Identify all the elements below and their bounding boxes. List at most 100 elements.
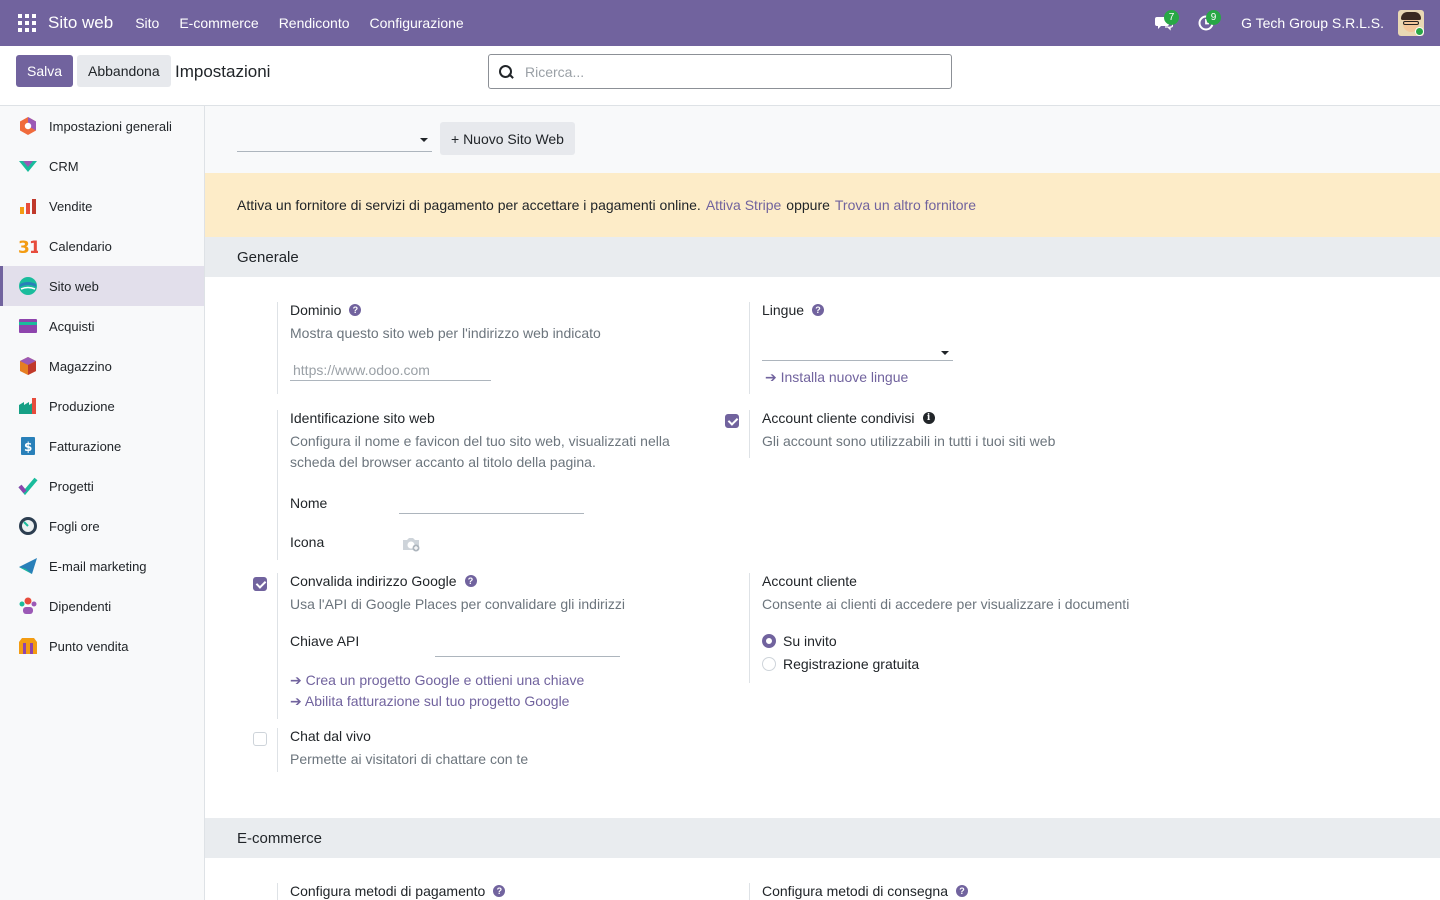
setting-shipping-methods: Configura metodi di consegna ?	[749, 883, 1189, 900]
setting-website-identity: Identificazione sito web Configura il no…	[277, 410, 717, 560]
setting-payment-methods: Configura metodi di pagamento ?	[277, 883, 717, 900]
radio-free-signup[interactable]	[762, 657, 776, 671]
setting-label: Dominio ?	[290, 302, 362, 318]
section-ecommerce-header: E-commerce	[205, 818, 1440, 858]
crm-icon	[19, 161, 37, 172]
sidebar-item-label: Fatturazione	[49, 438, 122, 454]
messages-button[interactable]: 7	[1143, 0, 1185, 46]
enable-billing-link[interactable]: ➔ Abilita fatturazione sul tuo progetto …	[290, 693, 569, 710]
camera-icon[interactable]	[401, 536, 421, 552]
website-icon	[19, 277, 37, 295]
timesheet-icon	[19, 517, 37, 535]
sidebar-item-label: Sito web	[49, 278, 99, 294]
setting-label: Convalida indirizzo Google ?	[290, 573, 477, 589]
install-languages-link[interactable]: ➔ Installa nuove lingue	[765, 369, 908, 386]
sidebar-item-inventory[interactable]: Magazzino	[0, 346, 204, 386]
new-website-button[interactable]: + Nuovo Sito Web	[440, 122, 575, 155]
info-icon[interactable]: i	[922, 412, 935, 424]
user-avatar[interactable]	[1398, 10, 1424, 36]
sidebar-item-invoicing[interactable]: $ Fatturazione	[0, 426, 204, 466]
languages-select[interactable]	[762, 339, 953, 361]
chevron-down-icon	[420, 138, 428, 142]
website-name-input[interactable]	[399, 492, 584, 514]
sidebar-item-purchase[interactable]: Acquisti	[0, 306, 204, 346]
sidebar-item-manufacturing[interactable]: Produzione	[0, 386, 204, 426]
sidebar-item-project[interactable]: Progetti	[0, 466, 204, 506]
sidebar-item-employees[interactable]: Dipendenti	[0, 586, 204, 626]
find-provider-link[interactable]: Trova un altro fornitore	[835, 197, 976, 213]
sidebar-item-label: Vendite	[49, 198, 93, 214]
shared-accounts-label: Account cliente condivisi	[762, 410, 915, 426]
sidebar-item-label: Progetti	[49, 478, 94, 494]
setting-description: Gli account sono utilizzabili in tutti i…	[762, 433, 1056, 449]
email-marketing-icon	[19, 558, 37, 574]
shared-accounts-checkbox[interactable]	[725, 414, 739, 428]
discard-button[interactable]: Abbandona	[77, 55, 171, 87]
setting-description: Mostra questo sito web per l'indirizzo w…	[290, 325, 601, 341]
menu-rendiconto[interactable]: Rendiconto	[269, 15, 360, 31]
help-icon[interactable]: ?	[493, 885, 506, 897]
menu-configurazione[interactable]: Configurazione	[360, 15, 474, 31]
payment-provider-alert: Attiva un fornitore di servizi di pagame…	[205, 173, 1440, 237]
calendar-icon: 3 1	[18, 238, 38, 256]
inventory-icon	[20, 357, 36, 375]
save-button[interactable]: Salva	[16, 55, 74, 87]
help-icon[interactable]: ?	[464, 575, 477, 587]
general-settings-icon	[20, 117, 36, 135]
website-select[interactable]	[237, 124, 432, 152]
sidebar-item-email-marketing[interactable]: E-mail marketing	[0, 546, 204, 586]
api-key-input[interactable]	[435, 635, 620, 657]
invoicing-icon: $	[21, 437, 35, 455]
sidebar-item-website[interactable]: Sito web	[0, 266, 204, 306]
company-switcher[interactable]: G Tech Group S.R.L.S.	[1241, 15, 1384, 31]
top-navbar: Sito web Sito E-commerce Rendiconto Conf…	[0, 0, 1440, 46]
search-box[interactable]	[488, 54, 952, 89]
menu-ecommerce[interactable]: E-commerce	[169, 15, 268, 31]
sidebar-item-sales[interactable]: Vendite	[0, 186, 204, 226]
chevron-down-icon	[941, 351, 949, 355]
apps-menu-icon[interactable]	[18, 14, 36, 32]
setting-label: Identificazione sito web	[290, 410, 435, 426]
radio-on-invitation[interactable]	[762, 634, 776, 648]
pos-icon	[19, 638, 37, 654]
create-google-project-link[interactable]: ➔ Crea un progetto Google e ottieni una …	[290, 672, 584, 689]
svg-text:$: $	[24, 440, 32, 454]
google-address-label: Convalida indirizzo Google	[290, 573, 457, 589]
control-panel: Salva Abbandona Impostazioni	[0, 46, 1440, 106]
activate-stripe-link[interactable]: Attiva Stripe	[706, 197, 781, 213]
domain-input[interactable]: https://www.odoo.com	[290, 359, 491, 381]
live-chat-checkbox[interactable]	[253, 732, 267, 746]
help-icon[interactable]: ?	[812, 304, 825, 316]
sidebar-item-general[interactable]: Impostazioni generali	[0, 106, 204, 146]
domain-label: Dominio	[290, 302, 342, 318]
link-text: Crea un progetto Google e ottieni una ch…	[305, 672, 585, 688]
employees-icon	[19, 597, 37, 614]
radio-label: Su invito	[783, 633, 837, 649]
sidebar-item-calendar[interactable]: 3 1 Calendario	[0, 226, 204, 266]
help-icon[interactable]: ?	[349, 304, 362, 316]
setting-label: Lingue ?	[762, 302, 825, 318]
svg-text:1: 1	[29, 238, 38, 256]
activities-button[interactable]: 9	[1185, 0, 1227, 46]
sidebar-item-label: Produzione	[49, 398, 115, 414]
page-title: Impostazioni	[175, 62, 271, 81]
sidebar-item-label: Fogli ore	[49, 518, 100, 534]
link-text: Abilita fatturazione sul tuo progetto Go…	[304, 693, 570, 709]
settings-content: + Nuovo Sito Web Attiva un fornitore di …	[205, 106, 1440, 900]
sidebar-item-label: Magazzino	[49, 358, 112, 374]
sidebar-item-pos[interactable]: Punto vendita	[0, 626, 204, 666]
help-icon[interactable]: ?	[956, 885, 969, 897]
app-brand[interactable]: Sito web	[48, 13, 113, 33]
setting-domain: Dominio ? Mostra questo sito web per l'i…	[277, 302, 717, 394]
setting-description: Configura il nome e favicon del tuo sito…	[290, 433, 670, 470]
sidebar-item-timesheet[interactable]: Fogli ore	[0, 506, 204, 546]
manufacturing-icon	[19, 398, 36, 414]
link-text: Installa nuove lingue	[780, 369, 909, 385]
sidebar-item-crm[interactable]: CRM	[0, 146, 204, 186]
icon-label: Icona	[290, 534, 325, 550]
search-input[interactable]	[525, 63, 925, 80]
google-address-checkbox[interactable]	[253, 577, 267, 591]
setting-customer-account: Account cliente Consente ai clienti di a…	[749, 573, 1189, 683]
menu-sito[interactable]: Sito	[125, 15, 169, 31]
setting-google-address: Convalida indirizzo Google ? Usa l'API d…	[277, 573, 717, 719]
